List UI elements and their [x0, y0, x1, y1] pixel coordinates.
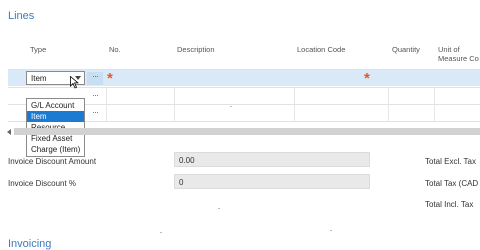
dropdown-option-item[interactable]: Item [27, 111, 84, 122]
column-header-unit-of-measure-line2: Measure Co [438, 54, 479, 63]
invoice-discount-pct-value: 0 [179, 177, 184, 187]
grid-column-divider [294, 88, 295, 121]
horizontal-scrollbar[interactable] [14, 128, 480, 135]
render-speck [330, 230, 332, 231]
required-field-marker: * [364, 70, 370, 87]
invoice-discount-amount-value: 0.00 [179, 155, 195, 165]
column-header-no[interactable]: No. [109, 45, 121, 54]
invoice-discount-pct-field[interactable]: 0 [174, 174, 370, 189]
row-lookup-button[interactable]: ··· [87, 91, 103, 104]
no-lookup-button[interactable]: ··· [87, 72, 103, 85]
grid-column-divider [106, 88, 107, 121]
column-header-description[interactable]: Description [177, 45, 215, 54]
grid-column-divider [174, 88, 175, 121]
column-header-location-code[interactable]: Location Code [297, 45, 345, 54]
type-select-value: Item [31, 74, 47, 83]
column-header-unit-of-measure[interactable]: Unit of Measure Co [438, 45, 479, 63]
column-header-quantity[interactable]: Quantity [392, 45, 420, 54]
invoicing-heading[interactable]: Invoicing [8, 238, 51, 250]
dropdown-option-gl-account[interactable]: G/L Account [27, 100, 84, 111]
mouse-pointer-icon [70, 76, 79, 89]
render-speck [230, 106, 232, 107]
dropdown-option-charge-item[interactable]: Charge (Item) [27, 144, 84, 155]
total-incl-tax-label: Total Incl. Tax [425, 200, 474, 209]
lines-heading: Lines [8, 10, 35, 22]
invoice-discount-amount-label: Invoice Discount Amount [8, 157, 97, 166]
total-tax-label: Total Tax (CAD [425, 179, 479, 188]
row-lookup-button[interactable]: ··· [87, 108, 103, 121]
scroll-left-arrow-icon[interactable] [7, 129, 11, 135]
invoice-discount-pct-label: Invoice Discount % [8, 179, 77, 188]
invoice-discount-amount-field[interactable]: 0.00 [174, 152, 370, 167]
grid-column-divider [434, 88, 435, 121]
grid-column-divider [388, 88, 389, 121]
render-speck [160, 232, 162, 233]
render-speck [218, 208, 220, 209]
required-field-marker: * [107, 70, 113, 87]
column-header-type[interactable]: Type [30, 45, 46, 54]
total-excl-tax-label: Total Excl. Tax [425, 157, 476, 166]
column-header-unit-of-measure-line1: Unit of [438, 45, 460, 54]
